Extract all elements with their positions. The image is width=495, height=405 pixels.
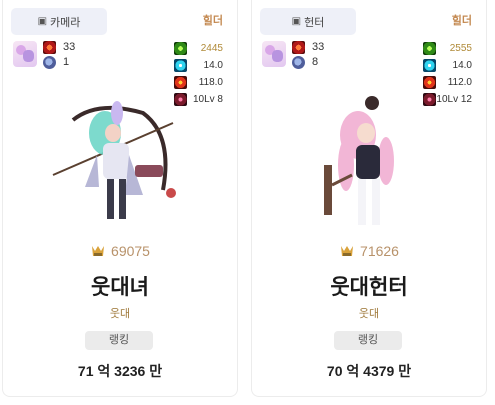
guild-label[interactable]: 힐더 [452, 12, 472, 28]
trophy-icon [92, 246, 105, 256]
trophy-icon [341, 246, 354, 256]
ranking-button[interactable]: 랭킹 [334, 331, 402, 350]
adventure-name[interactable]: 웃대 [252, 305, 486, 321]
avatar [262, 41, 286, 67]
count-value: 8 [312, 56, 319, 68]
pet-icon [43, 56, 56, 69]
skill-level-icon [423, 59, 436, 72]
gold-value: 70 억 4379 만 [326, 363, 412, 379]
character-portrait [324, 96, 394, 225]
guild-label[interactable]: 힐더 [203, 12, 223, 28]
pet-icon [292, 56, 305, 69]
count-value: 1 [63, 56, 70, 68]
stat-value: 2445 [200, 43, 223, 54]
stat-value: 10Lv 8 [192, 94, 223, 105]
level-value: 33 [63, 41, 76, 53]
attack-icon [174, 76, 187, 89]
buff-power-icon [174, 42, 187, 55]
ranking-button[interactable]: 랭킹 [85, 331, 153, 350]
character-card[interactable]: ▣ 헌터 힐더 33 8 2555 14.0 112.0 10Lv 12 716… [251, 0, 487, 397]
stat-value: 112.0 [447, 77, 472, 88]
character-icon: ▣ [37, 16, 48, 27]
attack-icon [423, 76, 436, 89]
skill-level-icon [174, 59, 187, 72]
score-value: 69075 [111, 243, 150, 259]
character-name[interactable]: 웃대헌터 [252, 271, 486, 301]
level-value: 33 [312, 41, 325, 53]
avatar [13, 41, 37, 67]
character-portrait [52, 101, 176, 219]
level-icon [43, 41, 56, 54]
adventure-name[interactable]: 웃대 [3, 305, 237, 321]
class-label: 헌터 [304, 16, 325, 29]
fame-score: 71626 [252, 243, 486, 259]
character-name[interactable]: 웃대녀 [3, 271, 237, 301]
character-card[interactable]: ▣ 카메라 힐더 33 1 2445 14.0 118.0 10Lv 8 690… [2, 0, 238, 397]
class-label: 카메라 [50, 16, 81, 29]
stat-value: 2555 [449, 43, 472, 54]
stat-value: 118.0 [198, 77, 223, 88]
fame-score: 69075 [3, 243, 237, 259]
score-value: 71626 [360, 243, 399, 259]
character-icon: ▣ [291, 16, 302, 27]
character-class-tag: ▣ 헌터 [260, 8, 356, 35]
gold-value: 71 억 3236 만 [77, 363, 163, 379]
stat-value: 14.0 [203, 60, 223, 71]
stat-value: 14.0 [452, 60, 472, 71]
level-icon [292, 41, 305, 54]
character-class-tag: ▣ 카메라 [11, 8, 107, 35]
buff-power-icon [423, 42, 436, 55]
